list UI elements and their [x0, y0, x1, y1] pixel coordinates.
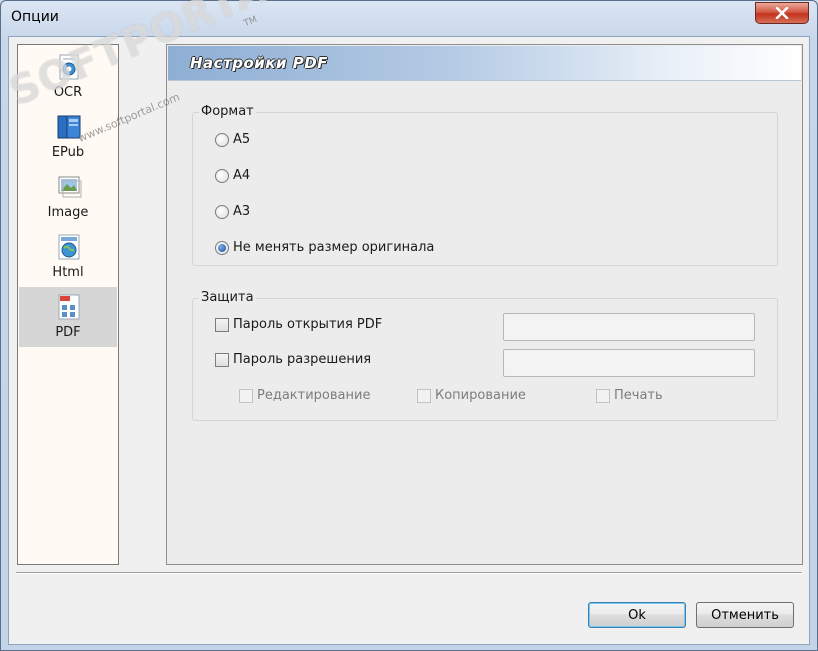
sidebar-item-pdf[interactable]: PDF — [19, 287, 117, 347]
format-option-label: A4 — [233, 168, 251, 183]
open-password-checkbox[interactable] — [215, 317, 229, 332]
format-option-label: A3 — [233, 204, 251, 219]
dialog-client-area: OCR EPub Image Html PDF Настройки PDF Фо… — [8, 36, 810, 645]
sidebar-item-html[interactable]: Html — [19, 227, 117, 287]
permission-printing-option[interactable]: Печать — [596, 388, 663, 403]
sidebar-item-label: Html — [52, 265, 84, 280]
footer-divider — [16, 572, 802, 574]
permission-password-label: Пароль разрешения — [233, 352, 372, 367]
format-option-label: A5 — [233, 132, 251, 147]
open-password-input[interactable] — [503, 313, 755, 341]
protection-group: Защита Пароль открытия PDF Пароль разреш… — [192, 290, 778, 421]
protection-legend: Защита — [199, 290, 256, 305]
panel-header: Настройки PDF — [168, 46, 801, 81]
editing-checkbox[interactable] — [239, 388, 253, 403]
panel-title: Настройки PDF — [190, 54, 328, 72]
format-option-a3[interactable]: A3 — [215, 204, 250, 219]
permission-password-input[interactable] — [503, 349, 755, 377]
image-icon — [58, 176, 82, 198]
pdf-settings-panel: Настройки PDF Формат A5 A4 A3 Не менять … — [166, 44, 803, 565]
permission-editing-option[interactable]: Редактирование — [239, 388, 370, 403]
format-option-a4[interactable]: A4 — [215, 168, 250, 183]
open-password-label: Пароль открытия PDF — [233, 317, 383, 332]
close-icon — [775, 7, 789, 19]
sidebar-item-ocr[interactable]: OCR — [19, 47, 117, 107]
printing-label: Печать — [614, 388, 663, 403]
sidebar-item-label: PDF — [55, 325, 81, 340]
editing-label: Редактирование — [257, 388, 371, 403]
html-icon — [58, 234, 80, 260]
sidebar-item-epub[interactable]: EPub — [19, 107, 117, 167]
permission-password-checkbox[interactable] — [215, 352, 229, 367]
format-option-label: Не менять размер оригинала — [233, 240, 435, 255]
format-option-original[interactable]: Не менять размер оригинала — [215, 240, 434, 255]
format-option-a5[interactable]: A5 — [215, 132, 250, 147]
ocr-icon — [59, 54, 79, 80]
options-window: Опции OCR EPub Image Html PDF Настройки … — [0, 0, 818, 651]
radio-original[interactable] — [215, 240, 229, 255]
cancel-button[interactable]: Отменить — [696, 602, 794, 628]
radio-a5[interactable] — [215, 132, 229, 147]
printing-checkbox[interactable] — [596, 388, 610, 403]
title-bar[interactable]: Опции — [1, 1, 817, 35]
open-password-option[interactable]: Пароль открытия PDF — [215, 317, 382, 332]
close-button[interactable] — [755, 2, 809, 24]
radio-a3[interactable] — [215, 204, 229, 219]
copying-checkbox[interactable] — [417, 388, 431, 403]
epub-icon — [57, 115, 81, 139]
sidebar-item-label: EPub — [51, 145, 85, 160]
pdf-icon — [58, 294, 80, 320]
ok-button[interactable]: Ok — [588, 602, 686, 628]
copying-label: Копирование — [435, 388, 526, 403]
format-group: Формат A5 A4 A3 Не менять размер оригина… — [192, 104, 778, 266]
format-legend: Формат — [199, 104, 256, 119]
category-sidebar: OCR EPub Image Html PDF — [17, 44, 119, 565]
window-title: Опции — [11, 9, 59, 25]
sidebar-item-label: Image — [47, 205, 89, 220]
permission-copying-option[interactable]: Копирование — [417, 388, 526, 403]
sidebar-item-image[interactable]: Image — [19, 167, 117, 227]
radio-a4[interactable] — [215, 168, 229, 183]
sidebar-item-label: OCR — [53, 85, 83, 100]
permission-password-option[interactable]: Пароль разрешения — [215, 352, 371, 367]
